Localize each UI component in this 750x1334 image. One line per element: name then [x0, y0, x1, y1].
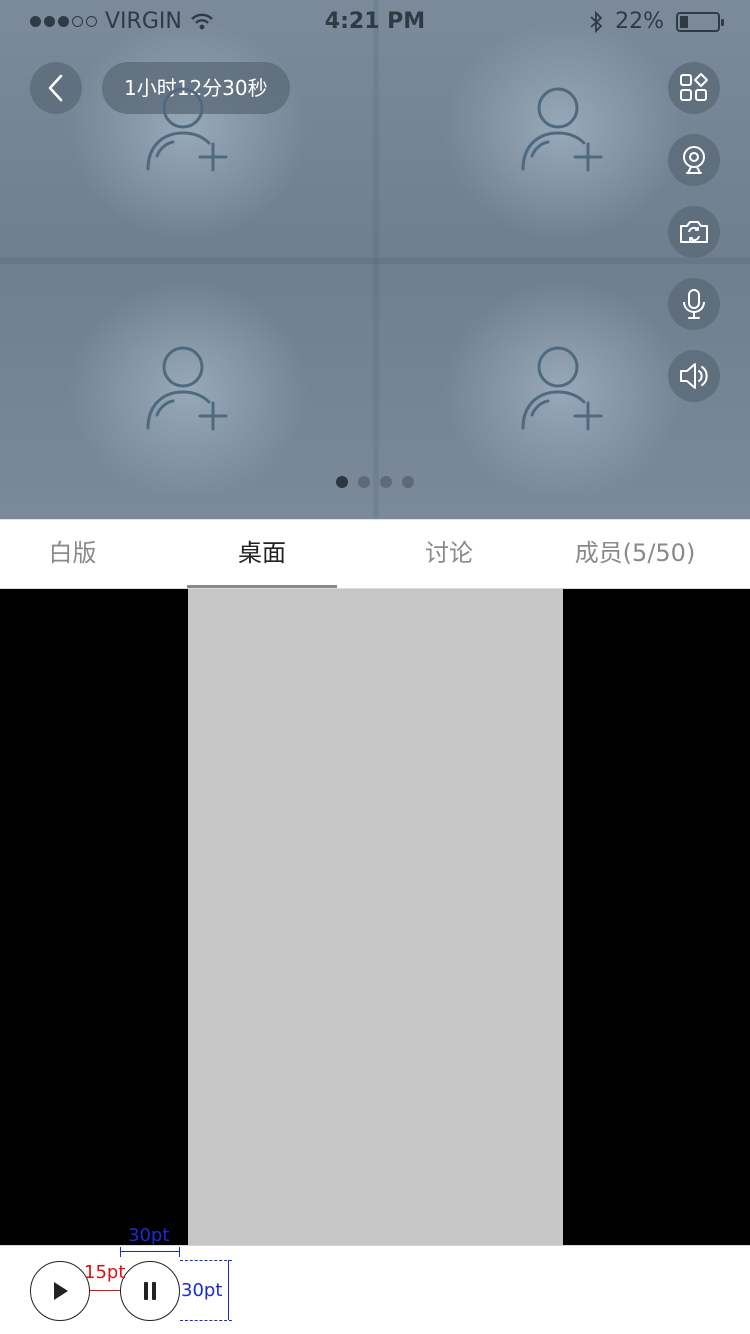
tab-discussion[interactable]: 讨论	[374, 520, 524, 588]
add-member-slot-4[interactable]	[518, 345, 608, 435]
play-button[interactable]	[30, 1261, 90, 1321]
pause-icon	[144, 1282, 156, 1300]
add-member-icon	[146, 87, 228, 172]
chevron-left-icon	[48, 74, 63, 102]
play-icon	[54, 1282, 68, 1300]
width-dimension-line	[120, 1247, 180, 1257]
height-dimension-line	[228, 1260, 229, 1320]
active-tab-indicator	[187, 585, 337, 588]
microphone-icon	[683, 289, 705, 319]
video-grid: VIRGIN 4:21 PM 22% 1小时12分30秒	[0, 0, 750, 519]
speaker-icon	[680, 363, 708, 389]
back-button[interactable]	[30, 62, 82, 114]
microphone-button[interactable]	[668, 278, 720, 330]
page-dot	[336, 476, 348, 488]
page-dot	[402, 476, 414, 488]
add-member-slot-3[interactable]	[143, 345, 233, 435]
shared-screen[interactable]	[188, 589, 563, 1245]
battery-icon	[676, 11, 724, 32]
tab-desktop[interactable]: 桌面	[187, 520, 337, 588]
add-member-slot-1[interactable]	[143, 86, 233, 176]
page-dot	[358, 476, 370, 488]
add-member-icon	[521, 346, 603, 431]
button-height-annotation: 30pt	[181, 1280, 223, 1301]
apps-button[interactable]	[668, 62, 720, 114]
status-right: 22%	[589, 9, 724, 34]
battery-fill	[680, 15, 688, 28]
bottom-control-bar: 30pt 15pt 30pt	[0, 1225, 750, 1334]
height-guide-top	[180, 1260, 232, 1261]
button-width-annotation: 30pt	[128, 1225, 170, 1246]
add-member-icon	[521, 87, 603, 172]
webcam-icon	[683, 146, 705, 174]
page-indicator	[336, 476, 414, 488]
battery-percent: 22%	[615, 9, 664, 34]
switch-camera-button[interactable]	[668, 206, 720, 258]
desktop-share-view	[0, 589, 750, 1245]
page-dot	[380, 476, 392, 488]
bluetooth-icon	[590, 10, 603, 33]
camera-toggle-button[interactable]	[668, 134, 720, 186]
gap-dimension-line	[90, 1290, 120, 1291]
add-member-slot-2[interactable]	[518, 86, 608, 176]
apps-grid-icon	[680, 73, 708, 101]
tab-members[interactable]: 成员(5/50)	[560, 520, 710, 588]
speaker-button[interactable]	[668, 350, 720, 402]
status-bar: VIRGIN 4:21 PM 22%	[0, 0, 750, 44]
add-member-icon	[146, 346, 228, 431]
pause-button[interactable]	[120, 1261, 180, 1321]
switch-camera-icon	[680, 221, 708, 243]
tab-whiteboard[interactable]: 白版	[0, 520, 145, 588]
tab-bar: 白版 桌面 讨论 成员(5/50)	[0, 519, 750, 589]
height-guide-bottom	[180, 1320, 232, 1321]
button-gap-annotation: 15pt	[84, 1262, 126, 1283]
